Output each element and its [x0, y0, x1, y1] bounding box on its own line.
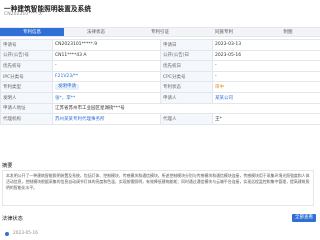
- patent-info-table: 申请号 CN2023101*****.9 申请日 2023-03-13 公开(公…: [0, 39, 320, 125]
- table-row: 申请人地址 江苏省苏州市工业园区星湖街***号: [0, 102, 320, 115]
- header: 一种建筑智能照明装置及系统 CN202310****.X: [0, 0, 320, 22]
- field-value: 江苏省苏州市工业园区星湖街***号: [52, 102, 320, 115]
- patent-number: CN202310****.X: [4, 12, 42, 17]
- field-value: CN2023101*****.9: [52, 39, 161, 51]
- field-value: 2023-05-16: [212, 49, 320, 62]
- tab-family[interactable]: 同族专利: [192, 28, 256, 36]
- tab-bar: 专利信息 法律状态 专利引证 同族专利 附图: [0, 27, 320, 37]
- field-label: 优先权日: [160, 60, 213, 72]
- tab-legal-status[interactable]: 法律状态: [64, 28, 128, 36]
- field-value: 2023-03-13: [212, 39, 320, 51]
- tab-citations[interactable]: 专利引证: [128, 28, 192, 36]
- field-label: 优先权号: [0, 60, 53, 72]
- field-label: CPC分类号: [160, 70, 213, 83]
- field-value: -: [52, 60, 161, 72]
- table-row: 发明人 张*，李** 申请人 某某公司: [0, 91, 320, 104]
- table-row: 申请号 CN2023101*****.9 申请日 2023-03-13: [0, 39, 320, 51]
- field-label: 代理机构: [0, 113, 53, 125]
- table-row: 专利类型 发明申请 专利状态 审中: [0, 81, 320, 93]
- timeline-date: 2023-05-16: [13, 231, 38, 236]
- field-label: 发明人: [0, 91, 53, 104]
- field-label: 专利状态: [160, 81, 213, 93]
- field-label: 申请日: [160, 39, 213, 51]
- legal-status-heading: 法律状态: [2, 216, 23, 222]
- field-label: IPC分类号: [0, 70, 53, 83]
- view-all-button[interactable]: 全部查看: [292, 214, 316, 222]
- applicant-link[interactable]: 某某公司: [212, 91, 320, 104]
- tab-patent-info[interactable]: 专利信息: [0, 28, 64, 36]
- field-label: 公开(公告)号: [0, 49, 53, 62]
- field-label: 公开(公告)日: [160, 49, 213, 62]
- patent-type-badge: 发明申请: [55, 84, 79, 91]
- field-label: 专利类型: [0, 81, 53, 93]
- field-label: 代理人: [160, 113, 213, 125]
- field-value: 王*: [212, 113, 320, 125]
- field-label: 申请人地址: [0, 102, 53, 115]
- abstract-heading: 摘要: [2, 163, 13, 169]
- abstract-text: 本发明公开了一种建筑智能照明装置及系统，包括灯体、控制模块、传感模块和通信模块，…: [2, 170, 314, 206]
- field-value: 发明申请: [52, 81, 161, 93]
- ipc-link[interactable]: F21V23/**: [52, 70, 161, 83]
- table-row: 公开(公告)号 CN11****43 A 公开(公告)日 2023-05-16: [0, 49, 320, 62]
- table-row: 代理机构 苏州某某专利代理事务所 代理人 王*: [0, 113, 320, 125]
- timeline-dot-icon: [5, 232, 9, 236]
- field-value: -: [212, 60, 320, 72]
- tab-drawings[interactable]: 附图: [256, 28, 320, 36]
- field-label: 申请号: [0, 39, 53, 51]
- agency-link[interactable]: 苏州某某专利代理事务所: [52, 113, 161, 125]
- field-value: CN11****43 A: [52, 49, 161, 62]
- inventor-link[interactable]: 张*，李**: [52, 91, 161, 104]
- table-row: IPC分类号 F21V23/** CPC分类号 -: [0, 70, 320, 83]
- field-value: -: [212, 70, 320, 83]
- table-row: 优先权号 - 优先权日 -: [0, 60, 320, 72]
- field-label: 申请人: [160, 91, 213, 104]
- status-value: 审中: [212, 81, 320, 93]
